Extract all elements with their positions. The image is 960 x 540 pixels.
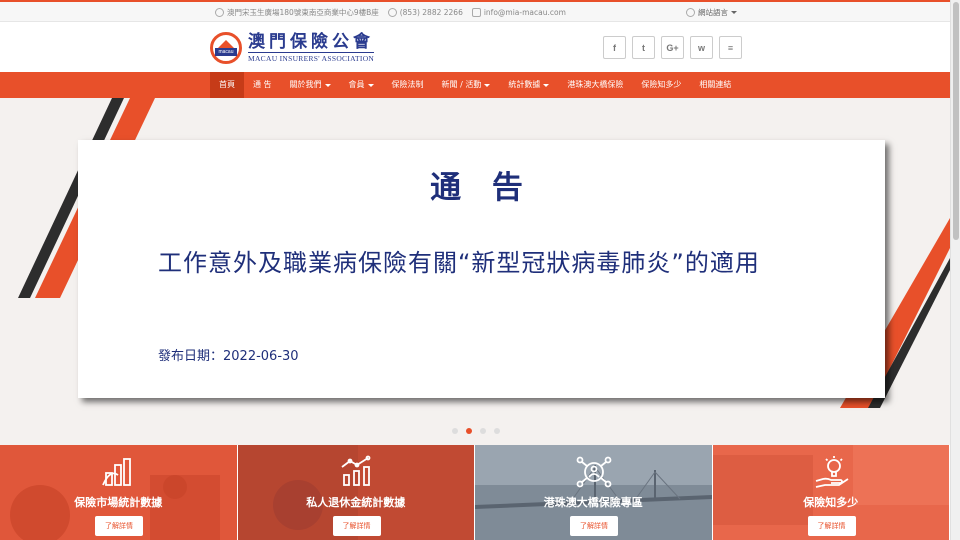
weibo-icon[interactable]: w — [690, 36, 713, 59]
learn-more-button[interactable]: 了解詳情 — [95, 516, 143, 536]
slider-dot[interactable] — [494, 428, 500, 434]
nav-item-home[interactable]: 首頁 — [210, 72, 244, 98]
nav-label: 保險知多少 — [641, 80, 682, 89]
nav-item-notices[interactable]: 通 告 — [244, 72, 281, 98]
chevron-down-icon — [367, 83, 374, 87]
tile-insurance-knowledge[interactable]: 保險知多少 了解詳情 — [712, 445, 950, 540]
network-people-icon — [576, 456, 612, 488]
notice-card[interactable]: 通 告 工作意外及職業病保險有關“新型冠狀病毒肺炎”的適用 發布日期：2022-… — [78, 140, 885, 398]
slider-dots — [452, 428, 500, 434]
menu-list-icon[interactable]: ≡ — [719, 36, 742, 59]
nav-label: 港珠澳大橋保險 — [567, 80, 624, 89]
nav-item-about[interactable]: 關於我們 — [281, 72, 340, 98]
nav-label: 首頁 — [219, 80, 235, 89]
google-plus-icon[interactable]: G+ — [661, 36, 684, 59]
tile-label: 保險知多少 — [803, 496, 859, 509]
nav-label: 通 告 — [253, 80, 272, 89]
globe-icon — [686, 8, 695, 17]
nav-item-links[interactable]: 相關連結 — [690, 72, 740, 98]
twitter-icon[interactable]: t — [632, 36, 655, 59]
address-text: 澳門宋玉生廣場180號東南亞商業中心9樓B座 — [227, 8, 379, 17]
logo-emblem: macau — [210, 32, 242, 64]
notice-date: 發布日期：2022-06-30 — [158, 349, 299, 364]
slider-dot-active[interactable] — [466, 428, 472, 434]
address-item: 澳門宋玉生廣場180號東南亞商業中心9樓B座 — [215, 7, 379, 18]
tile-label: 保險市場統計數據 — [74, 496, 163, 509]
nav-item-news[interactable]: 新聞 / 活動 — [433, 72, 500, 98]
tile-market-statistics[interactable]: 保險市場統計數據 了解詳情 — [0, 445, 238, 540]
email-link[interactable]: info@mia-macau.com — [484, 8, 566, 17]
main-navigation: 首頁 通 告 關於我們 會員 保險法制 新聞 / 活動 統計數據 港珠澳大橋保險… — [0, 72, 950, 98]
phone-icon — [387, 8, 397, 17]
nav-label: 會員 — [348, 80, 365, 89]
top-info-bar: 澳門宋玉生廣場180號東南亞商業中心9樓B座 (853) 2882 2266 i… — [0, 0, 950, 22]
logo-emblem-text: macau — [215, 48, 237, 56]
nav-label: 新聞 / 活動 — [441, 80, 482, 89]
facebook-icon[interactable]: f — [603, 36, 626, 59]
nav-label: 統計數據 — [508, 80, 541, 89]
feature-tiles: 保險市場統計數據 了解詳情 私人退休金統計數據 了解詳情 港珠澳大橋保險專區 了… — [0, 445, 950, 540]
chevron-down-icon — [731, 11, 737, 14]
site-logo[interactable]: macau 澳門保險公會 MACAU INSURERS' ASSOCIATION — [210, 32, 375, 64]
site-header: macau 澳門保險公會 MACAU INSURERS' ASSOCIATION… — [0, 22, 950, 72]
learn-more-button[interactable]: 了解詳情 — [332, 516, 381, 536]
slider-dot[interactable] — [480, 428, 486, 434]
logo-name-zh: 澳門保險公會 — [248, 32, 374, 52]
language-label[interactable]: 網站語言 — [698, 7, 728, 18]
nav-item-members[interactable]: 會員 — [340, 72, 383, 98]
logo-text: 澳門保險公會 MACAU INSURERS' ASSOCIATION — [248, 32, 375, 63]
tile-bridge-insurance[interactable]: 港珠澳大橋保險專區 了解詳情 — [475, 445, 713, 540]
phone-text: (853) 2882 2266 — [399, 8, 463, 17]
hero-slider: 通 告 工作意外及職業病保險有關“新型冠狀病毒肺炎”的適用 發布日期：2022-… — [0, 98, 950, 445]
slider-dot[interactable] — [452, 428, 458, 434]
idea-hand-icon — [815, 456, 848, 488]
nav-item-insurance-knowledge[interactable]: 保險知多少 — [632, 72, 690, 98]
nav-item-statistics[interactable]: 統計數據 — [499, 72, 558, 98]
analytics-chart-icon — [340, 455, 370, 486]
logo-name-en: MACAU INSURERS' ASSOCIATION — [248, 52, 375, 63]
tile-label: 港珠澳大橋保險專區 — [543, 496, 643, 509]
scrollbar-thumb[interactable] — [953, 2, 959, 240]
bar-chart-icon — [102, 458, 131, 486]
notice-headline[interactable]: 工作意外及職業病保險有關“新型冠狀病毒肺炎”的適用 — [158, 243, 760, 278]
learn-more-button[interactable]: 了解詳情 — [570, 516, 618, 536]
nav-label: 關於我們 — [289, 80, 322, 89]
email-item[interactable]: info@mia-macau.com — [471, 8, 566, 17]
chevron-down-icon — [324, 83, 331, 87]
mail-icon — [471, 8, 481, 17]
chevron-down-icon — [484, 83, 491, 87]
nav-label: 保險法制 — [391, 80, 424, 89]
social-links: f t G+ w ≡ — [603, 36, 742, 59]
phone-item: (853) 2882 2266 — [387, 8, 463, 17]
language-selector[interactable]: 網站語言 — [686, 7, 737, 18]
learn-more-button[interactable]: 了解詳情 — [807, 516, 856, 536]
roof-shape — [218, 40, 234, 48]
location-pin-icon — [215, 8, 224, 17]
nav-item-bridge-insurance[interactable]: 港珠澳大橋保險 — [558, 72, 632, 98]
tile-label: 私人退休金統計數據 — [306, 496, 406, 509]
nav-item-legislation[interactable]: 保險法制 — [383, 72, 433, 98]
nav-label: 相關連結 — [699, 80, 732, 89]
page-scrollbar[interactable] — [950, 0, 960, 540]
nav-list: 首頁 通 告 關於我們 會員 保險法制 新聞 / 活動 統計數據 港珠澳大橋保險… — [210, 72, 740, 98]
tile-pension-statistics[interactable]: 私人退休金統計數據 了解詳情 — [237, 445, 475, 540]
notice-title: 通 告 — [430, 170, 533, 206]
contact-info: 澳門宋玉生廣場180號東南亞商業中心9樓B座 (853) 2882 2266 i… — [215, 7, 566, 18]
chevron-down-icon — [543, 83, 550, 87]
